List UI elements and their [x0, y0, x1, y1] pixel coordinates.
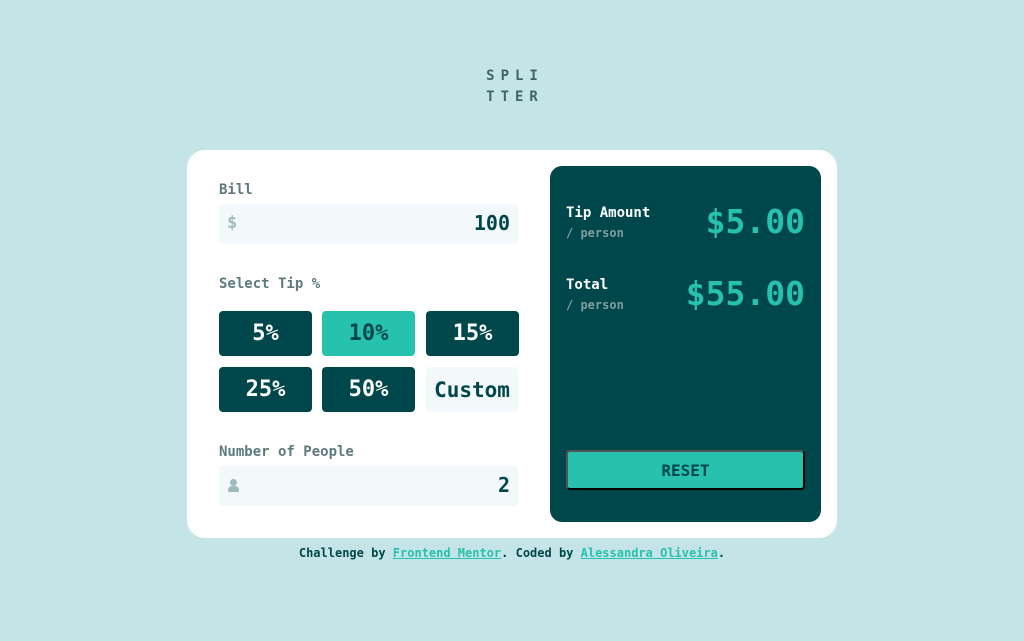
- tip-button-10[interactable]: 10%: [322, 311, 415, 356]
- tip-button-50[interactable]: 50%: [322, 367, 415, 412]
- people-input[interactable]: 2: [219, 466, 518, 506]
- results-panel: Tip Amount / person $5.00 Total / person…: [550, 166, 821, 522]
- custom-tip-input[interactable]: Custom: [426, 367, 518, 412]
- attribution-prefix: Challenge by: [298, 546, 393, 560]
- tip-amount-value: $5.00: [705, 202, 805, 241]
- attribution-middle: . Coded by: [501, 546, 581, 560]
- dollar-icon: $: [227, 213, 238, 233]
- logo-line-1: SPLI: [486, 68, 544, 84]
- bill-label: Bill: [219, 182, 253, 198]
- people-value: 2: [497, 473, 510, 497]
- bill-input[interactable]: $ 100: [219, 204, 518, 244]
- bill-value: 100: [473, 211, 510, 235]
- app-logo: SPLI TTER: [0, 66, 1024, 108]
- reset-button[interactable]: RESET: [566, 450, 805, 490]
- total-title: Total: [566, 277, 609, 293]
- tip-button-25[interactable]: 25%: [219, 367, 312, 412]
- attribution-suffix: .: [717, 546, 726, 560]
- tip-button-5[interactable]: 5%: [219, 311, 312, 356]
- author-link[interactable]: Alessandra Oliveira: [581, 546, 718, 560]
- tip-button-15[interactable]: 15%: [426, 311, 519, 356]
- logo-line-2: TTER: [486, 89, 544, 105]
- tip-amount-sub: / person: [566, 226, 624, 240]
- tip-label: Select Tip %: [219, 276, 321, 292]
- attribution: Challenge by Frontend Mentor. Coded by A…: [0, 546, 1024, 560]
- people-label: Number of People: [219, 444, 354, 460]
- person-icon: [228, 479, 239, 493]
- tip-amount-title: Tip Amount: [566, 205, 651, 221]
- frontend-mentor-link[interactable]: Frontend Mentor: [393, 546, 501, 560]
- total-sub: / person: [566, 298, 624, 312]
- total-value: $55.00: [685, 274, 805, 313]
